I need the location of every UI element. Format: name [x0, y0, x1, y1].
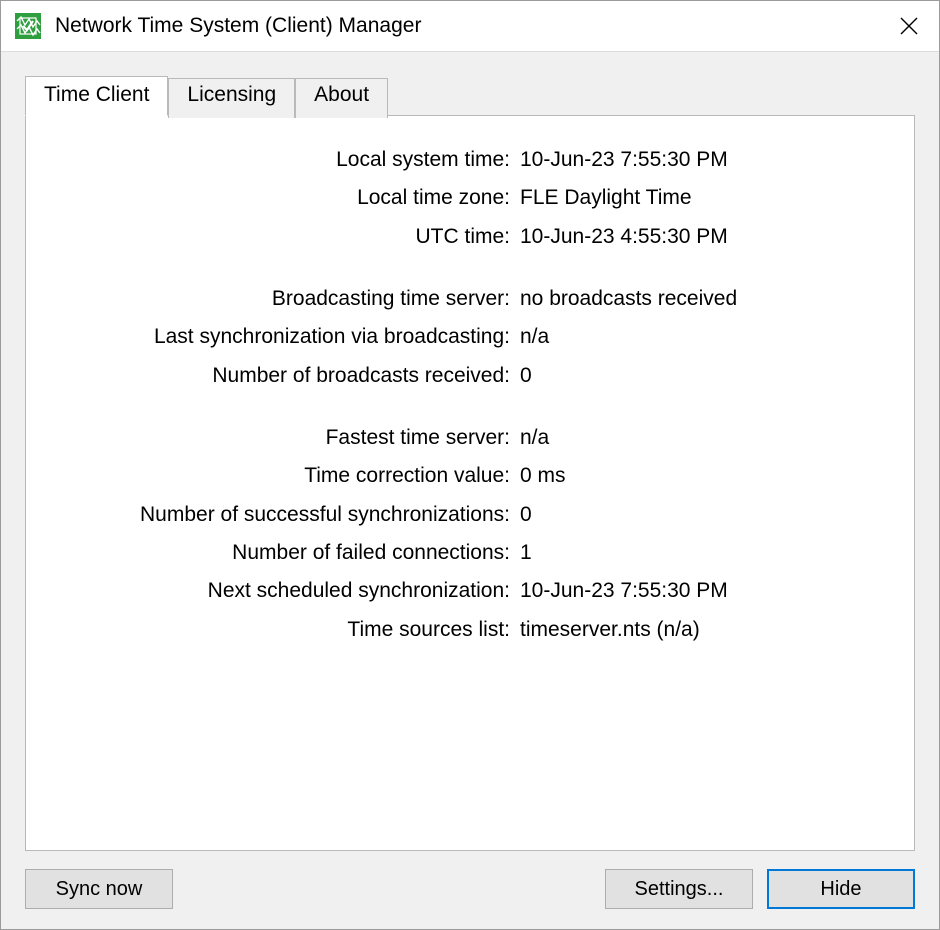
- row-sources: Time sources list: timeserver.nts (n/a): [60, 616, 880, 644]
- label-last-sync-bcast: Last synchronization via broadcasting:: [60, 323, 518, 351]
- value-last-sync-bcast: n/a: [518, 323, 880, 351]
- row-num-bcast: Number of broadcasts received: 0: [60, 362, 880, 390]
- label-num-sync-ok: Number of successful synchronizations:: [60, 501, 518, 529]
- row-last-sync-bcast: Last synchronization via broadcasting: n…: [60, 323, 880, 351]
- row-local-time-zone: Local time zone: FLE Daylight Time: [60, 184, 880, 212]
- tab-licensing[interactable]: Licensing: [168, 78, 295, 118]
- row-num-failed: Number of failed connections: 1: [60, 539, 880, 567]
- tab-time-client[interactable]: Time Client: [25, 76, 168, 116]
- row-local-system-time: Local system time: 10-Jun-23 7:55:30 PM: [60, 146, 880, 174]
- value-sources: timeserver.nts (n/a): [518, 616, 880, 644]
- value-broadcast-server: no broadcasts received: [518, 285, 880, 313]
- value-local-time-zone: FLE Daylight Time: [518, 184, 880, 212]
- row-utc-time: UTC time: 10-Jun-23 4:55:30 PM: [60, 223, 880, 251]
- row-num-sync-ok: Number of successful synchronizations: 0: [60, 501, 880, 529]
- value-next-sync: 10-Jun-23 7:55:30 PM: [518, 577, 880, 605]
- row-correction: Time correction value: 0 ms: [60, 462, 880, 490]
- tab-about[interactable]: About: [295, 78, 388, 118]
- button-bar: Sync now Settings... Hide: [25, 869, 915, 909]
- value-utc-time: 10-Jun-23 4:55:30 PM: [518, 223, 880, 251]
- sync-now-button[interactable]: Sync now: [25, 869, 173, 909]
- window-title: Network Time System (Client) Manager: [55, 14, 879, 38]
- label-local-system-time: Local system time:: [60, 146, 518, 174]
- settings-button[interactable]: Settings...: [605, 869, 753, 909]
- row-next-sync: Next scheduled synchronization: 10-Jun-2…: [60, 577, 880, 605]
- value-num-failed: 1: [518, 539, 880, 567]
- value-local-system-time: 10-Jun-23 7:55:30 PM: [518, 146, 880, 174]
- client-area: Time Client Licensing About Local system…: [1, 52, 939, 929]
- value-fastest-server: n/a: [518, 424, 880, 452]
- row-fastest-server: Fastest time server: n/a: [60, 424, 880, 452]
- label-fastest-server: Fastest time server:: [60, 424, 518, 452]
- close-button[interactable]: [879, 1, 939, 51]
- app-icon: [15, 13, 41, 39]
- label-sources: Time sources list:: [60, 616, 518, 644]
- label-correction: Time correction value:: [60, 462, 518, 490]
- value-num-sync-ok: 0: [518, 501, 880, 529]
- value-correction: 0 ms: [518, 462, 880, 490]
- titlebar: Network Time System (Client) Manager: [1, 1, 939, 52]
- row-broadcast-server: Broadcasting time server: no broadcasts …: [60, 285, 880, 313]
- label-num-bcast: Number of broadcasts received:: [60, 362, 518, 390]
- label-local-time-zone: Local time zone:: [60, 184, 518, 212]
- label-utc-time: UTC time:: [60, 223, 518, 251]
- tab-panel-time-client: Local system time: 10-Jun-23 7:55:30 PM …: [25, 115, 915, 851]
- label-broadcast-server: Broadcasting time server:: [60, 285, 518, 313]
- app-window: Network Time System (Client) Manager Tim…: [0, 0, 940, 930]
- hide-button[interactable]: Hide: [767, 869, 915, 909]
- close-icon: [900, 17, 918, 35]
- spacer: [187, 869, 591, 909]
- tabstrip: Time Client Licensing About: [25, 76, 915, 116]
- value-num-bcast: 0: [518, 362, 880, 390]
- label-next-sync: Next scheduled synchronization:: [60, 577, 518, 605]
- label-num-failed: Number of failed connections:: [60, 539, 518, 567]
